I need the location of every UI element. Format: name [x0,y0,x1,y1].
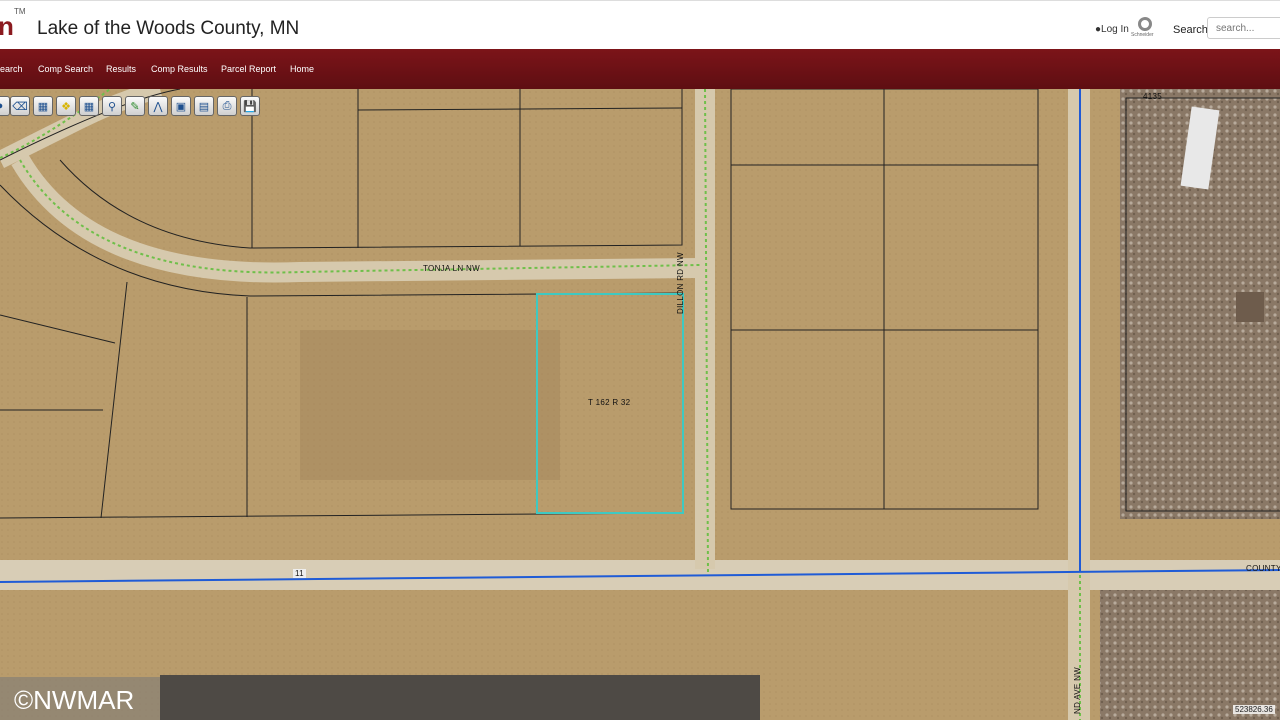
save-icon: 💾 [243,100,257,113]
measure-area-icon: ⋀ [153,100,163,113]
partial-tool-icon: ● [0,100,3,112]
buffer-icon: ▦ [83,100,95,113]
login-label: Log In [1101,24,1129,35]
identify-button[interactable]: ❖ [56,96,76,116]
schneider-logo: Schneider [1131,17,1159,41]
nav-comp-search[interactable]: Comp Search [38,64,93,74]
schneider-logo-text: Schneider [1131,32,1154,38]
map-canvas[interactable]: TONJA LN NW DILLON RD NW COUNTY ND AVE N… [0,89,1280,720]
road-label-dillon: DILLON RD NW [676,252,685,314]
parcel-label: T 162 R 32 [588,398,631,407]
dillon-road-surface [695,89,715,569]
parcel-number-label: 4135 [1143,92,1162,101]
road-label-county: COUNTY [1246,564,1280,573]
watermark-text: ©NWMAR [14,685,135,715]
coordinate-readout: 523826.36 [1233,705,1275,714]
page-title: Lake of the Woods County, MN [37,18,300,39]
eraser-button[interactable]: ⌫ [10,96,30,116]
eraser-icon: ⌫ [12,100,28,113]
main-nav: earch Comp Search Results Comp Results P… [0,49,1280,89]
road-marker: 11 [293,569,306,578]
tree-area-southeast [1100,590,1280,720]
login-link[interactable]: ●Log In [1095,24,1129,35]
measure-area-button[interactable]: ⋀ [148,96,168,116]
aerial-map [0,89,1280,720]
building-shed [1236,292,1264,322]
nav-parcel-report[interactable]: Parcel Report [221,64,276,74]
zoom-button[interactable]: ⚲ [102,96,122,116]
trademark-mark: TM [14,7,26,16]
search-input[interactable] [1207,17,1280,39]
nav-search[interactable]: earch [0,64,23,74]
measure-line-icon: ✎ [130,100,140,113]
measure-line-button[interactable]: ✎ [125,96,145,116]
partial-tool-button[interactable]: ● [0,96,10,116]
search-label: Search [1173,24,1208,36]
zoom-icon: ⚲ [107,100,117,113]
print-icon: ⎙ [222,99,232,112]
road-label-tonja: TONJA LN NW [423,264,480,273]
identify-icon: ❖ [61,100,71,113]
nav-home[interactable]: Home [290,64,314,74]
full-extent-button[interactable]: ▣ [171,96,191,116]
select-parcel-icon: ▦ [37,100,49,113]
select-parcel-button[interactable]: ▦ [33,96,53,116]
darker-field-patch [300,330,560,480]
app-logo: n [0,11,14,41]
watermark: ©NWMAR [0,677,160,720]
nav-comp-results[interactable]: Comp Results [151,64,208,74]
app-header: n TM Lake of the Woods County, MN ●Log I… [0,0,1280,49]
layers-icon: ▤ [198,100,210,113]
layers-button[interactable]: ▤ [194,96,214,116]
road-label-south: ND AVE NW [1073,666,1082,714]
save-button[interactable]: 💾 [240,96,260,116]
full-extent-icon: ▣ [175,100,187,113]
dark-field-south [160,675,760,720]
nav-results[interactable]: Results [106,64,136,74]
buffer-button[interactable]: ▦ [79,96,99,116]
print-button[interactable]: ⎙ [217,96,237,116]
